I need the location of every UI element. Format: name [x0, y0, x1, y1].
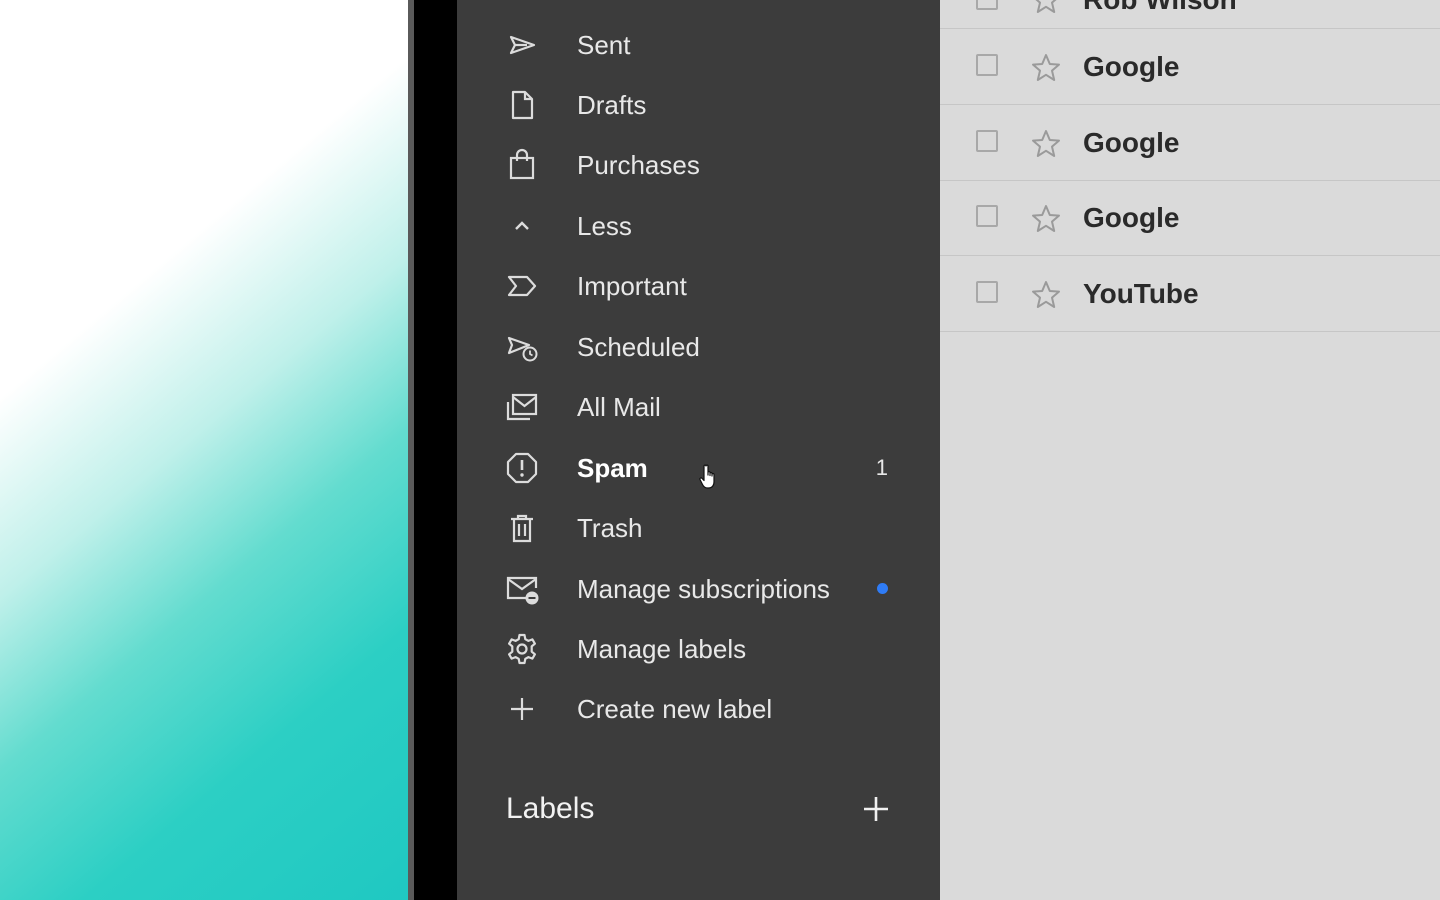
nav-label: Manage labels	[577, 634, 747, 664]
nav-item-purchases[interactable]: Purchases	[457, 134, 940, 194]
star-icon[interactable]	[1030, 203, 1062, 235]
sender-name: Google	[1083, 202, 1180, 233]
chevron-up-icon	[505, 209, 539, 243]
sender-name: Google	[1083, 51, 1180, 82]
shopping-bag-icon	[505, 148, 539, 182]
screen: Sent Drafts Purchases Less Important Sch…	[0, 0, 1440, 900]
message-row[interactable]: YouTube	[940, 256, 1440, 332]
plus-icon	[505, 692, 539, 726]
labels-heading: Labels	[506, 792, 595, 825]
send-icon	[505, 28, 539, 62]
desktop-wallpaper	[0, 0, 410, 900]
nav-label: Purchases	[577, 150, 700, 180]
plus-icon	[864, 797, 888, 821]
star-icon[interactable]	[1030, 128, 1062, 160]
gear-icon	[505, 632, 539, 666]
nav-label: Manage subscriptions	[577, 574, 830, 604]
nav-item-manage-labels[interactable]: Manage labels	[457, 618, 940, 678]
nav-item-sent[interactable]: Sent	[457, 14, 940, 74]
message-row[interactable]: Rob Wilson	[940, 0, 1440, 29]
sender-name: YouTube	[1083, 278, 1199, 309]
important-icon	[505, 269, 539, 303]
nav-label: Drafts	[577, 90, 647, 120]
nav-item-drafts[interactable]: Drafts	[457, 74, 940, 134]
new-indicator-dot	[877, 583, 888, 594]
select-checkbox[interactable]	[976, 130, 998, 152]
message-list: Rob Wilson Google Google Google YouTube	[940, 0, 1440, 900]
nav-label: All Mail	[577, 392, 661, 422]
sender-name: Google	[1083, 127, 1180, 158]
sender-name: Rob Wilson	[1083, 0, 1237, 16]
nav-item-manage-subscriptions[interactable]: Manage subscriptions	[457, 558, 940, 618]
manage-subscriptions-icon	[505, 572, 539, 606]
select-checkbox[interactable]	[976, 205, 998, 227]
draft-icon	[505, 88, 539, 122]
star-icon[interactable]	[1030, 0, 1062, 16]
nav-label: Important	[577, 271, 687, 301]
nav-item-trash[interactable]: Trash	[457, 497, 940, 557]
nav-label: Create new label	[577, 694, 773, 724]
nav-label: Spam	[577, 453, 648, 483]
nav-item-scheduled[interactable]: Scheduled	[457, 316, 940, 376]
select-checkbox[interactable]	[976, 281, 998, 303]
trash-icon	[505, 511, 539, 545]
star-icon[interactable]	[1030, 52, 1062, 84]
mail-sidebar: Sent Drafts Purchases Less Important Sch…	[457, 0, 940, 900]
spam-icon	[505, 451, 539, 485]
nav-item-important[interactable]: Important	[457, 255, 940, 315]
select-checkbox[interactable]	[976, 54, 998, 76]
nav-label: Sent	[577, 30, 631, 60]
message-row[interactable]: Google	[940, 29, 1440, 105]
message-row[interactable]: Google	[940, 105, 1440, 181]
add-label-button[interactable]	[859, 792, 893, 826]
hand-pointer-cursor-icon	[698, 463, 722, 491]
nav-label: Less	[577, 211, 632, 241]
nav-label: Scheduled	[577, 332, 700, 362]
scheduled-send-icon	[505, 330, 539, 364]
nav-label: Trash	[577, 513, 643, 543]
all-mail-icon	[505, 390, 539, 424]
select-checkbox[interactable]	[976, 0, 998, 10]
unread-count: 1	[875, 455, 888, 480]
window-frame-border	[414, 0, 457, 900]
nav-item-less[interactable]: Less	[457, 195, 940, 255]
nav-item-all-mail[interactable]: All Mail	[457, 376, 940, 436]
star-icon[interactable]	[1030, 279, 1062, 311]
message-row[interactable]: Google	[940, 180, 1440, 256]
nav-item-create-new-label[interactable]: Create new label	[457, 678, 940, 738]
